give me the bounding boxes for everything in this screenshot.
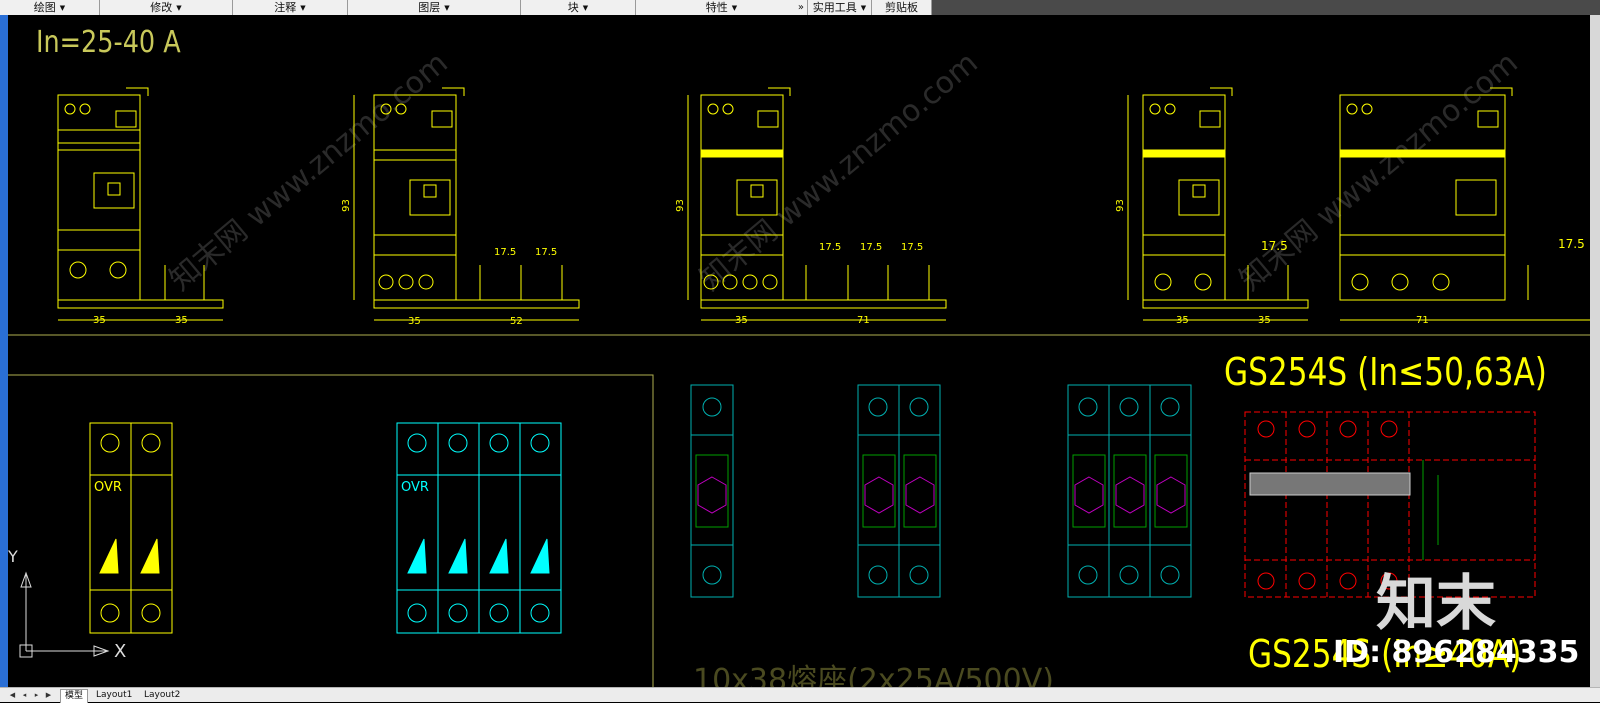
gs254s-title-upper: GS254S (In≤50,63A)	[1224, 350, 1547, 394]
ucs-x-label: X	[114, 641, 127, 662]
overflow-icon[interactable]: »	[798, 0, 804, 15]
dim-label: 35	[1176, 315, 1189, 326]
dim-label: 71	[857, 315, 870, 326]
ribbon-panel-clipboard[interactable]: 剪贴板	[872, 0, 932, 15]
first-tab-icon[interactable]: ◀	[8, 690, 17, 700]
breaker-drawing-1	[57, 87, 224, 321]
cad-drawing-area[interactable]: 知末网 www.znzmo.com 知末网 www.znzmo.com 知末网 …	[8, 15, 1590, 687]
ribbon-panel-label: 图层	[418, 1, 441, 14]
ribbon-panel-layers[interactable]: 图层 ▼	[348, 0, 521, 15]
tab-layout2[interactable]: Layout2	[140, 689, 184, 702]
dim-label: 35	[175, 315, 188, 326]
ribbon-panel-block[interactable]: 块 ▼	[521, 0, 636, 15]
dim-label: 35	[735, 315, 748, 326]
fuse-holder-drawings	[690, 384, 1192, 598]
ribbon-panel-draw[interactable]: 绘图 ▼	[0, 0, 100, 15]
dim-label: 71	[1416, 315, 1429, 326]
chevron-down-icon: ▼	[582, 4, 589, 12]
ovr-2pole-drawing	[89, 422, 173, 634]
chevron-down-icon: ▼	[300, 4, 306, 12]
ribbon-panel-utilities[interactable]: 实用工具 ▼	[808, 0, 872, 15]
layout-tab-bar: ◀ ◂ ▸ ▶ 模型 Layout1 Layout2	[0, 687, 1600, 703]
dim-label: 35	[1258, 315, 1271, 326]
ribbon-panel-label: 实用工具	[812, 1, 857, 14]
dim-label: 35	[93, 315, 106, 326]
dim-label: 17.5	[1261, 239, 1288, 253]
ribbon-panel-label: 注释	[274, 1, 297, 14]
ribbon-panel-annotate[interactable]: 注释 ▼	[233, 0, 348, 15]
brand-logo: 知末	[1376, 569, 1496, 639]
watermark-id: ID: 896284335	[1333, 635, 1580, 670]
chevron-down-icon: ▼	[444, 4, 450, 12]
ribbon-panel-properties[interactable]: 特性 ▼ »	[636, 0, 808, 15]
ucs-icon	[19, 571, 110, 658]
ribbon-panel-bar: 绘图 ▼ 修改 ▼ 注释 ▼ 图层 ▼ 块 ▼ 特性 ▼ » 实用工具 ▼ 剪贴板	[0, 0, 1600, 15]
ucs-y-label: Y	[8, 547, 18, 566]
breaker-drawing-4	[1127, 87, 1309, 321]
ovr-4pole-drawing	[396, 422, 562, 634]
left-edge-bar	[0, 15, 8, 687]
dim-label: 93	[674, 199, 686, 212]
dim-label: 17.5	[901, 242, 924, 253]
prev-tab-icon[interactable]: ◂	[20, 690, 29, 700]
ribbon-panel-modify[interactable]: 修改 ▼	[100, 0, 233, 15]
breaker-drawing-5	[1339, 87, 1590, 321]
tool-palette-strip[interactable]	[1590, 15, 1600, 687]
dim-label: 17.5	[494, 247, 517, 258]
dim-label: 52	[510, 316, 523, 327]
next-tab-icon[interactable]: ▸	[32, 690, 41, 700]
dim-label: 17.5	[819, 242, 842, 253]
ribbon-panel-label: 剪贴板	[885, 1, 918, 14]
dim-label: 17.5	[1558, 237, 1585, 251]
dim-label: 93	[1114, 199, 1126, 212]
ovr-label: OVR	[94, 480, 122, 495]
tab-layout1[interactable]: Layout1	[92, 689, 136, 702]
dim-label: 35	[408, 316, 421, 327]
rcd-handle-bar	[1249, 472, 1411, 496]
tab-model[interactable]: 模型	[60, 689, 89, 703]
dim-label: 17.5	[535, 247, 558, 258]
ribbon-panel-label: 块	[567, 1, 579, 14]
dim-label: 93	[340, 199, 352, 212]
ribbon-panel-label: 特性	[705, 1, 728, 14]
chevron-down-icon: ▼	[59, 4, 66, 12]
chevron-down-icon: ▼	[731, 4, 738, 12]
ribbon-panel-label: 绘图	[33, 1, 56, 14]
ovr-label: OVR	[401, 480, 429, 495]
chevron-down-icon: ▼	[176, 4, 182, 12]
last-tab-icon[interactable]: ▶	[44, 690, 53, 700]
fuse-holder-caption: 10x38熔座(2x25A/500V)	[693, 663, 1054, 687]
ribbon-panel-label: 修改	[150, 1, 173, 14]
dim-label: 17.5	[860, 242, 883, 253]
breaker-drawing-3	[687, 87, 947, 321]
breaker-drawing-2	[353, 87, 580, 321]
chevron-down-icon: ▼	[860, 4, 867, 12]
